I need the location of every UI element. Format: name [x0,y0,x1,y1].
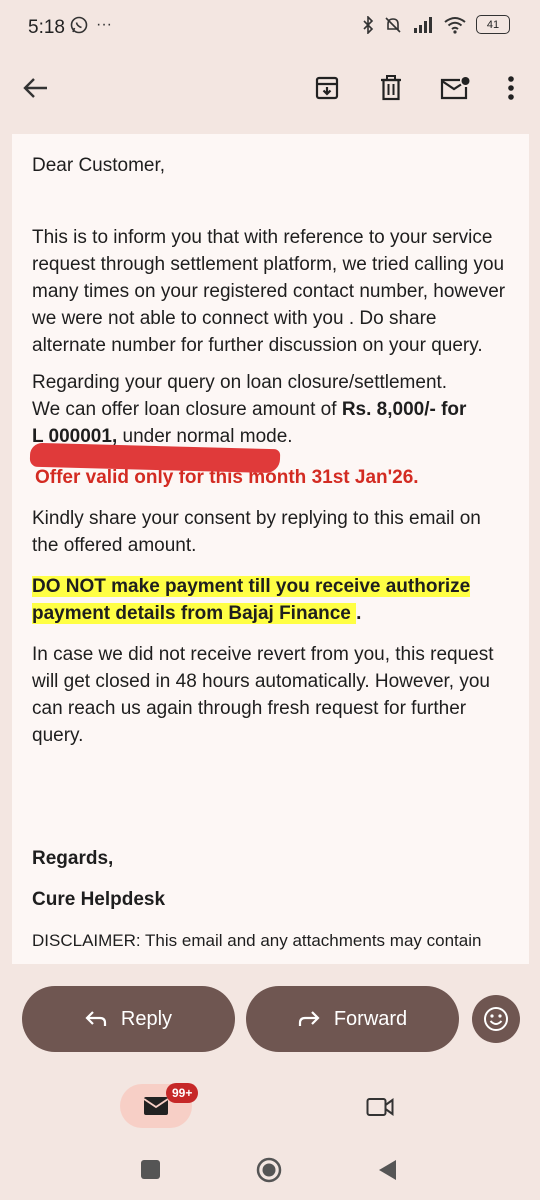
trash-icon [381,75,401,101]
wifi-icon [444,16,466,34]
battery-level: 41 [486,18,500,31]
reply-button[interactable]: Reply [22,986,235,1052]
regards: Regards, [32,848,114,869]
emoji-reaction-button[interactable] [472,995,520,1043]
offer-amount: Rs. 8,000/- for [341,399,467,420]
payment-warning: DO NOT make payment till you receive aut… [32,576,471,624]
archive-button[interactable] [305,66,349,110]
email-toolbar [0,54,540,124]
back-button[interactable] [14,66,58,110]
signal-icon [414,16,432,33]
email-body: Dear Customer, This is to inform you tha… [32,152,512,954]
disclaimer: DISCLAIMER: This email and any attachmen… [32,931,482,950]
whatsapp-icon [70,16,88,34]
unread-count: 99+ [172,1086,193,1100]
forward-button[interactable]: Forward [246,986,459,1052]
status-bar: 5:18 ··· 41 [0,0,540,54]
reply-label: Reply [120,1007,173,1030]
greeting: Dear Customer, [32,155,166,176]
consent-paragraph: Kindly share your consent by replying to… [32,508,481,556]
more-notifications-icon: ··· [96,16,112,33]
back-nav-button[interactable] [376,1158,398,1182]
back-triangle-icon [379,1160,396,1180]
more-vert-icon [508,76,514,100]
mark-unread-button[interactable] [433,66,477,110]
forward-icon [298,1011,320,1026]
normal-mode-text: under normal mode. [117,426,293,447]
reply-icon [85,1011,107,1026]
emoji-icon [484,1007,508,1031]
battery-indicator: 41 [476,15,510,34]
forward-label: Forward [333,1007,408,1030]
mark-unread-icon [440,77,470,100]
video-camera-icon [366,1098,394,1116]
home-button[interactable] [256,1157,282,1183]
paragraph-service-request: This is to inform you that with referenc… [32,227,506,356]
closing-paragraph: In case we did not receive revert from y… [32,644,494,746]
unread-count-badge: 99+ [166,1083,199,1103]
more-options-button[interactable] [489,66,533,110]
status-time: 5:18 [28,17,65,38]
archive-icon [315,76,339,100]
home-circle-icon [256,1157,282,1183]
offer-amount-text: We can offer loan closure amount of [32,399,342,420]
signature: Cure Helpdesk [32,889,166,910]
delete-button[interactable] [369,66,413,110]
recent-apps-button[interactable] [141,1160,160,1179]
bluetooth-icon [363,15,374,34]
mail-icon [143,1097,169,1115]
paragraph-loan-closure: Regarding your query on loan closure/set… [32,369,512,450]
arrow-back-icon [23,78,47,98]
mute-icon [385,16,401,33]
warning-paragraph: DO NOT make payment till you receive aut… [32,573,512,627]
status-right-icons: 41 [362,15,510,34]
status-left-icons: ··· [70,16,112,34]
loan-query-text: Regarding your query on loan closure/set… [32,372,448,393]
nav-meet-tab[interactable] [358,1092,402,1122]
warning-period: . [356,603,362,624]
bottom-navigation [0,1074,540,1200]
email-body-card: Dear Customer, This is to inform you tha… [12,134,529,964]
